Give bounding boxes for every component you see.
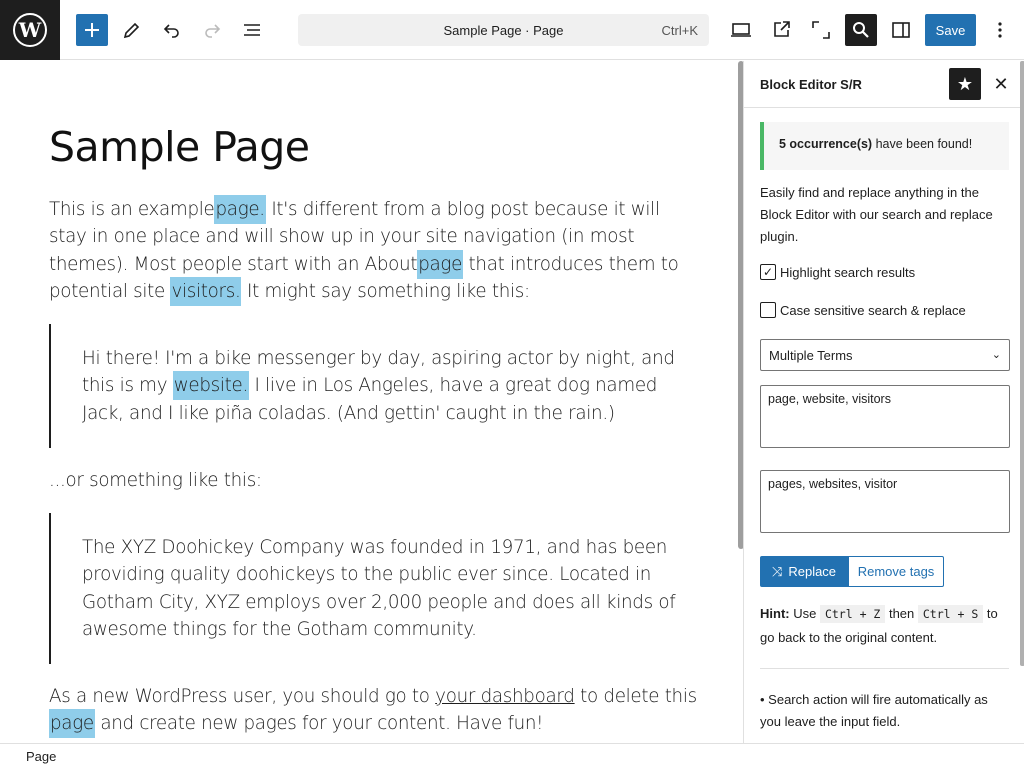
page-title[interactable]: Sample Page xyxy=(49,123,310,171)
occurrence-count: 5 occurrence(s) xyxy=(779,137,873,151)
success-notice: 5 occurrence(s) have been found! xyxy=(760,122,1009,170)
star-icon: ★ xyxy=(956,73,974,94)
checkmark-icon: ✓ xyxy=(762,265,774,279)
editor-canvas: Sample Page This is an examplepage. It's… xyxy=(0,61,742,743)
desktop-icon xyxy=(731,23,751,37)
close-sidebar-button[interactable]: ✕ xyxy=(987,68,1015,100)
wordpress-icon: W xyxy=(13,13,47,47)
document-overview-button[interactable] xyxy=(236,14,268,46)
keyboard-shortcut: Ctrl + Z xyxy=(819,605,886,623)
editor-toolbar: W Sample Page · Page Ctrl+K Save xyxy=(0,0,1024,60)
text: It might say something like this: xyxy=(241,281,530,303)
text: This is an example xyxy=(49,199,215,220)
redo-icon xyxy=(205,24,221,38)
remove-tags-button[interactable]: Remove tags xyxy=(848,556,944,587)
text: Use xyxy=(789,606,820,621)
external-link-icon xyxy=(774,21,790,37)
undo-icon xyxy=(163,24,179,38)
options-menu-button[interactable] xyxy=(984,14,1016,46)
fullscreen-button[interactable] xyxy=(805,14,837,46)
save-button[interactable]: Save xyxy=(925,14,976,46)
checkbox-label: Highlight search results xyxy=(780,264,916,280)
highlight-checkbox-row[interactable]: ✓ Highlight search results xyxy=(760,264,915,280)
fullscreen-icon xyxy=(812,21,830,39)
action-buttons: ⤨ Replace Remove tags xyxy=(760,556,944,587)
pencil-icon xyxy=(123,22,140,39)
replace-label: Replace xyxy=(788,564,837,579)
pin-star-button[interactable]: ★ xyxy=(949,68,981,100)
sidebar-title: Block Editor S/R xyxy=(760,77,862,92)
hint-label: Hint: xyxy=(760,606,790,621)
quote-block[interactable]: The XYZ Doohickey Company was founded in… xyxy=(49,513,689,664)
close-icon: ✕ xyxy=(993,73,1009,94)
view-page-button[interactable] xyxy=(765,14,797,46)
more-vertical-icon xyxy=(998,22,1002,38)
search-highlight: page xyxy=(49,709,95,739)
preview-button[interactable] xyxy=(725,14,757,46)
document-title: Sample Page · Page xyxy=(443,22,564,38)
quote-block[interactable]: Hi there! I'm a bike messenger by day, a… xyxy=(49,324,689,448)
paragraph-block[interactable]: ...or something like this: xyxy=(49,467,699,494)
search-mode-select[interactable]: Multiple Terms ⌄ xyxy=(760,339,1010,371)
text: and create new pages for your content. H… xyxy=(94,713,544,735)
search-terms-textarea[interactable]: page, website, visitors xyxy=(760,385,1010,448)
tools-button[interactable] xyxy=(116,14,148,46)
list-view-icon xyxy=(244,24,260,36)
paragraph-block[interactable]: As a new WordPress user, you should go t… xyxy=(49,683,699,739)
replace-terms-textarea[interactable]: pages, websites, visitor xyxy=(760,470,1010,533)
dashboard-link[interactable]: your dashboard xyxy=(435,686,575,707)
sidebar-icon xyxy=(892,22,910,38)
text: then xyxy=(885,606,918,621)
sidebar-scrollbar[interactable] xyxy=(1020,61,1024,666)
text: to delete this xyxy=(574,686,697,707)
redo-button[interactable] xyxy=(196,14,228,46)
search-highlight: page. xyxy=(214,195,266,224)
plus-icon xyxy=(85,23,99,37)
search-highlight: website. xyxy=(172,371,249,401)
hint-text: Hint: Use Ctrl + Z then Ctrl + S to go b… xyxy=(760,602,1010,649)
breadcrumb-item[interactable]: Page xyxy=(26,749,56,764)
text: As a new WordPress user, you should go t… xyxy=(49,686,436,707)
block-breadcrumb-bar: Page xyxy=(0,743,1024,768)
shortcut-hint: Ctrl+K xyxy=(661,23,698,38)
paragraph-block[interactable]: This is an examplepage. It's different f… xyxy=(49,195,699,307)
divider xyxy=(760,668,1009,669)
case-sensitive-checkbox-row[interactable]: Case sensitive search & replace xyxy=(760,302,966,318)
highlight-checkbox[interactable]: ✓ xyxy=(760,264,776,280)
sidebar-header: Block Editor S/R ★ ✕ xyxy=(744,61,1024,108)
selected-option: Multiple Terms xyxy=(769,348,853,363)
chevron-down-icon: ⌄ xyxy=(991,349,1001,361)
undo-button[interactable] xyxy=(156,14,188,46)
notice-text: have been found! xyxy=(872,137,973,151)
search-highlight: visitors. xyxy=(170,277,242,307)
search-icon xyxy=(853,22,869,38)
command-palette-bar[interactable]: Sample Page · Page Ctrl+K xyxy=(298,14,709,46)
wordpress-logo-button[interactable]: W xyxy=(0,0,60,60)
search-highlight: page xyxy=(417,249,464,279)
shuffle-icon: ⤨ xyxy=(771,563,783,579)
search-replace-toggle-button[interactable] xyxy=(845,14,877,46)
search-replace-sidebar: Block Editor S/R ★ ✕ 5 occurrence(s) hav… xyxy=(743,61,1024,743)
add-block-button[interactable] xyxy=(76,14,108,46)
keyboard-shortcut: Ctrl + S xyxy=(917,605,984,623)
replace-button[interactable]: ⤨ Replace xyxy=(760,556,848,587)
plugin-description: Easily find and replace anything in the … xyxy=(760,185,993,244)
auto-search-note: • Search action will fire automatically … xyxy=(760,692,988,729)
settings-sidebar-button[interactable] xyxy=(885,14,917,46)
checkbox-label: Case sensitive search & replace xyxy=(780,302,966,318)
case-sensitive-checkbox[interactable] xyxy=(760,302,776,318)
